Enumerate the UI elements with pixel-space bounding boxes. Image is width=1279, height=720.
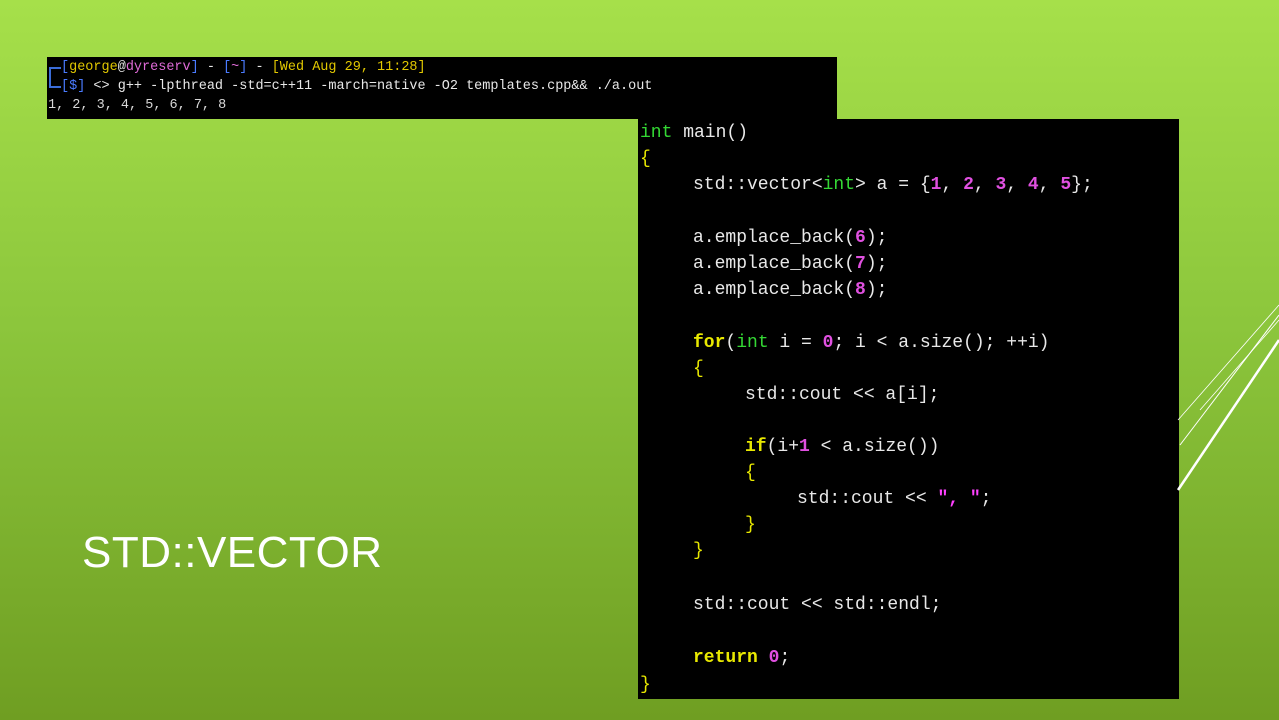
code-text: std::cout << a[i]; <box>745 385 940 405</box>
bracket: [ <box>61 60 70 75</box>
brace: { <box>745 463 756 483</box>
brace: { <box>693 359 704 379</box>
brace: } <box>745 515 756 535</box>
number-literal: 3 <box>995 175 1007 195</box>
number-literal: 2 <box>963 175 974 195</box>
number-literal: 8 <box>855 280 866 300</box>
code-line: return 0; <box>693 648 790 668</box>
control-keyword: for <box>693 333 726 353</box>
code-line: { <box>693 359 704 379</box>
prompt-date: [Wed Aug 29, 11:28] <box>271 60 426 75</box>
brace: } <box>693 541 704 561</box>
code-line: } <box>640 675 651 695</box>
code-line: { <box>640 149 651 169</box>
prompt-host: dyreserv <box>125 60 191 75</box>
brace: { <box>640 149 651 169</box>
decorative-lines <box>1176 304 1279 491</box>
bracket: ] <box>190 60 199 75</box>
code-text: ); <box>865 280 888 300</box>
code-line: for(int i = 0; i < a.size(); ++i) <box>693 333 1050 353</box>
code-text: < a.size()) <box>809 437 940 457</box>
code-panel: int main() { std::vector<int> a = {1, 2,… <box>638 119 1179 699</box>
number-literal: 7 <box>855 254 866 274</box>
type-keyword: int <box>736 333 769 353</box>
code-text: ; <box>980 489 992 509</box>
control-keyword: return <box>693 648 758 668</box>
number-literal: 6 <box>855 228 866 248</box>
brace: } <box>640 675 651 695</box>
code-text: ); <box>865 228 888 248</box>
code-line: if(i+1 < a.size()) <box>745 437 939 457</box>
number-literal: 0 <box>822 333 834 353</box>
code-line: a.emplace_back(6); <box>693 228 887 248</box>
code-line: std::cout << std::endl; <box>693 595 941 615</box>
code-text: > a = { <box>855 175 931 195</box>
code-line: std::cout << a[i]; <box>745 385 939 405</box>
number-literal: 5 <box>1060 175 1072 195</box>
number-literal: 1 <box>799 437 810 457</box>
number-literal: 0 <box>768 648 780 668</box>
code-line: int main() <box>640 123 748 143</box>
code-text: ( <box>725 333 737 353</box>
code-text: main() <box>672 123 749 143</box>
code-line: { <box>745 463 756 483</box>
prompt-header-line: [george@dyreserv] - [~] - [Wed Aug 29, 1… <box>61 59 426 77</box>
type-keyword: int <box>640 123 673 143</box>
number-literal: 4 <box>1027 175 1039 195</box>
code-line: std::vector<int> a = {1, 2, 3, 4, 5}; <box>693 175 1093 195</box>
code-text: i = <box>768 333 823 353</box>
separator: - <box>198 60 224 75</box>
prompt-bracket-bottom <box>49 77 61 88</box>
type-keyword: int <box>822 175 856 195</box>
code-line: a.emplace_back(7); <box>693 254 887 274</box>
code-line: } <box>693 541 704 561</box>
code-text: }; <box>1071 175 1093 195</box>
terminal-output-snippet: [george@dyreserv] - [~] - [Wed Aug 29, 1… <box>47 57 837 119</box>
code-text: std::vector< <box>693 175 823 195</box>
prompt-symbol: [$] <box>61 79 86 94</box>
code-line: std::cout << ", "; <box>797 489 991 509</box>
code-text: ; i < a.size(); ++i) <box>833 333 1050 353</box>
code-line: a.emplace_back(8); <box>693 280 887 300</box>
separator: - <box>247 60 272 75</box>
code-text: a.emplace_back( <box>693 228 856 248</box>
code-text: ; <box>779 648 791 668</box>
string-literal: ", " <box>937 489 981 509</box>
code-text: ); <box>865 254 888 274</box>
code-text: std::cout << std::endl; <box>693 595 942 615</box>
program-output: 1, 2, 3, 4, 5, 6, 7, 8 <box>48 98 227 113</box>
bracket: [ <box>223 60 232 75</box>
command-text: g++ -lpthread -std=c++11 -march=native -… <box>117 79 653 94</box>
code-text: std::cout << <box>797 489 938 509</box>
code-text: (i+ <box>766 437 800 457</box>
number-literal: 1 <box>930 175 942 195</box>
code-text: a.emplace_back( <box>693 254 856 274</box>
slide-title: STD::VECTOR <box>82 528 383 577</box>
control-keyword: if <box>745 437 767 457</box>
prompt-user: george <box>69 60 118 75</box>
prompt-arrows: <> <box>85 79 118 94</box>
code-line: } <box>745 515 756 535</box>
prompt-at: @ <box>117 60 126 75</box>
command-line: [$] <> g++ -lpthread -std=c++11 -march=n… <box>61 78 652 96</box>
code-text: a.emplace_back( <box>693 280 856 300</box>
